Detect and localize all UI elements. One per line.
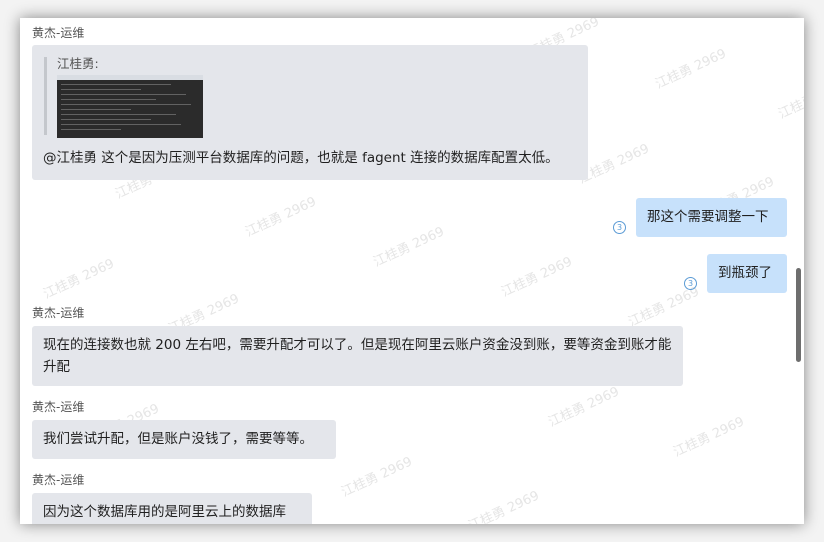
watermark: 江桂勇 2969 — [671, 414, 747, 461]
watermark: 江桂勇 2969 — [339, 454, 415, 501]
message-text: 到瓶颈了 — [718, 265, 772, 281]
message-bubble[interactable]: 江桂勇: @江桂勇 这个是因为压测平台数据库的问题，也就是 fagent 连接的… — [32, 45, 588, 180]
watermark: 江桂勇 2969 — [466, 488, 542, 524]
message-bubble-outgoing[interactable]: 那这个需要调整一下 — [636, 198, 787, 237]
chat-window: 江桂勇 2969 江桂勇 2969 江桂勇 2969 江桂勇 2969 江桂勇 … — [20, 18, 804, 524]
scrollbar-thumb[interactable] — [796, 268, 801, 362]
sender-name: 黄杰-运维 — [32, 306, 85, 320]
message-bubble[interactable]: 因为这个数据库用的是阿里云上的数据库 — [32, 493, 312, 524]
message-text: 因为这个数据库用的是阿里云上的数据库 — [43, 504, 286, 520]
read-count-icon[interactable]: 3 — [613, 221, 626, 234]
message-text: @江桂勇 这个是因为压测平台数据库的问题，也就是 fagent 连接的数据库配置… — [43, 150, 559, 166]
message-bubble[interactable]: 我们尝试升配，但是账户没钱了，需要等等。 — [32, 420, 336, 459]
quoted-message[interactable]: 江桂勇: — [44, 56, 203, 138]
sender-name: 黄杰-运维 — [32, 26, 85, 40]
watermark: 江桂勇 2969 — [776, 76, 804, 123]
watermark: 江桂勇 2969 — [499, 254, 575, 301]
message-bubble[interactable]: 现在的连接数也就 200 左右吧，需要升配才可以了。但是现在阿里云账户资金没到账… — [32, 326, 683, 386]
sender-name: 黄杰-运维 — [32, 473, 85, 487]
watermark: 江桂勇 2969 — [653, 46, 729, 93]
watermark: 江桂勇 2969 — [371, 224, 447, 271]
message-bubble-outgoing[interactable]: 到瓶颈了 — [707, 254, 787, 293]
watermark: 江桂勇 2969 — [243, 194, 319, 241]
watermark: 江桂勇 2969 — [41, 256, 117, 303]
watermark: 江桂勇 2969 — [546, 384, 622, 431]
sender-name: 黄杰-运维 — [32, 400, 85, 414]
message-text: 那这个需要调整一下 — [647, 209, 769, 225]
message-text: 我们尝试升配，但是账户没钱了，需要等等。 — [43, 431, 313, 447]
message-text: 现在的连接数也就 200 左右吧，需要升配才可以了。但是现在阿里云账户资金没到账… — [43, 337, 672, 375]
screenshot-thumbnail[interactable] — [57, 75, 203, 138]
quote-author: 江桂勇: — [57, 56, 99, 71]
read-count-icon[interactable]: 3 — [684, 277, 697, 290]
